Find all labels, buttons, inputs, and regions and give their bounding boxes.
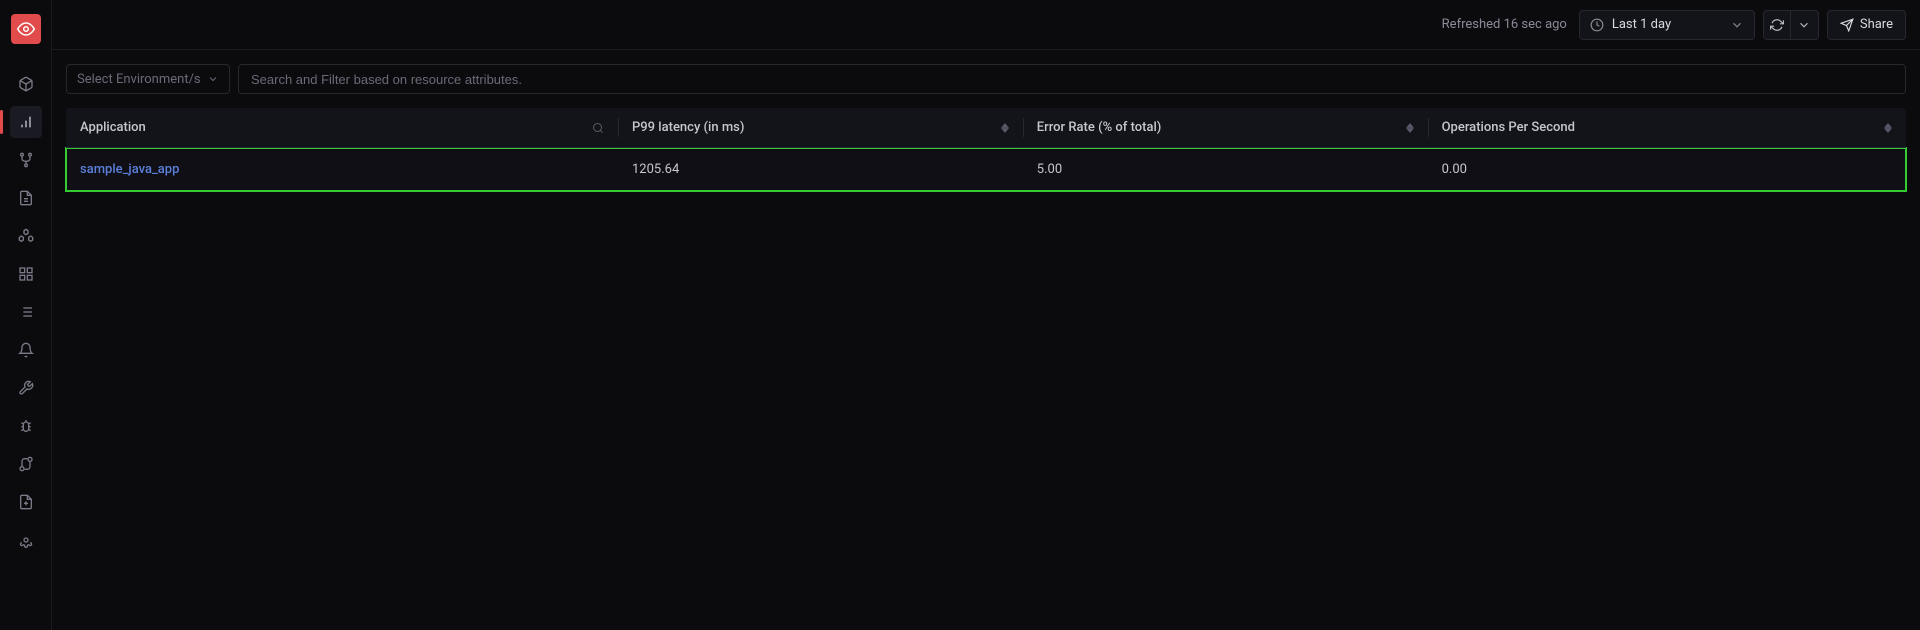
sort-icon[interactable] <box>1001 123 1009 133</box>
column-label: Application <box>80 120 146 135</box>
branch-icon <box>18 152 34 168</box>
share-button[interactable]: Share <box>1827 10 1906 40</box>
nav-item-errors[interactable] <box>10 410 42 442</box>
logs-icon <box>18 190 34 206</box>
refreshed-text: Refreshed 16 sec ago <box>1442 17 1567 32</box>
list-icon <box>18 304 34 320</box>
cube-icon <box>18 76 34 92</box>
sort-icon[interactable] <box>1884 123 1892 133</box>
sidebar <box>0 0 52 630</box>
p99-cell: 1205.64 <box>618 148 1023 191</box>
nav-item-dashboards[interactable] <box>10 258 42 290</box>
nav-item-settings[interactable] <box>10 524 42 556</box>
bell-icon <box>18 342 34 358</box>
environment-placeholder: Select Environment/s <box>77 72 201 87</box>
bar-chart-icon <box>18 114 34 130</box>
gear-icon <box>18 532 34 548</box>
column-label: Operations Per Second <box>1442 120 1575 135</box>
refresh-button[interactable] <box>1763 10 1791 40</box>
time-range-selector[interactable]: Last 1 day <box>1579 10 1755 40</box>
bug-icon <box>18 418 34 434</box>
eye-icon <box>17 20 35 38</box>
time-range-label: Last 1 day <box>1612 17 1722 32</box>
nav-item-billing[interactable] <box>10 486 42 518</box>
table-row[interactable]: sample_java_app 1205.64 5.00 0.00 <box>66 148 1906 191</box>
refresh-dropdown-button[interactable] <box>1791 10 1819 40</box>
ops-cell: 0.00 <box>1428 148 1906 191</box>
column-header-application[interactable]: Application <box>66 108 618 148</box>
grid-icon <box>18 266 34 282</box>
sort-icon[interactable] <box>1406 123 1414 133</box>
column-header-error-rate[interactable]: Error Rate (% of total) <box>1023 108 1428 148</box>
chevron-down-icon <box>207 73 219 85</box>
search-input[interactable] <box>238 64 1906 94</box>
chevron-down-icon <box>1730 18 1744 32</box>
logo[interactable] <box>11 14 41 44</box>
search-icon[interactable] <box>592 122 604 134</box>
nav-item-exceptions[interactable] <box>10 372 42 404</box>
column-header-p99[interactable]: P99 latency (in ms) <box>618 108 1023 148</box>
nav-item-alerts[interactable] <box>10 334 42 366</box>
hexagons-icon <box>18 228 34 244</box>
send-icon <box>1840 18 1854 32</box>
applications-table: Application P99 latency (in ms) <box>66 108 1906 191</box>
topbar: Refreshed 16 sec ago Last 1 day Share <box>52 0 1920 50</box>
column-header-ops[interactable]: Operations Per Second <box>1428 108 1906 148</box>
chevron-down-icon <box>1797 18 1811 32</box>
nav-item-infrastructure[interactable] <box>10 220 42 252</box>
refresh-icon <box>1770 18 1784 32</box>
filters-row: Select Environment/s <box>52 50 1920 108</box>
share-label: Share <box>1860 17 1893 32</box>
error-rate-cell: 5.00 <box>1023 148 1428 191</box>
main-content: Refreshed 16 sec ago Last 1 day Share Se… <box>52 0 1920 630</box>
application-link[interactable]: sample_java_app <box>80 162 179 177</box>
table-container: Application P99 latency (in ms) <box>52 108 1920 191</box>
nav-item-traces[interactable] <box>10 144 42 176</box>
file-icon <box>18 494 34 510</box>
nav-item-home[interactable] <box>10 68 42 100</box>
nav-item-services[interactable] <box>10 448 42 480</box>
environment-select[interactable]: Select Environment/s <box>66 64 230 94</box>
nav-item-logs[interactable] <box>10 182 42 214</box>
refresh-button-group <box>1763 10 1819 40</box>
column-label: Error Rate (% of total) <box>1037 120 1162 135</box>
wrench-icon <box>18 380 34 396</box>
clock-icon <box>1590 18 1604 32</box>
column-label: P99 latency (in ms) <box>632 120 744 135</box>
nav-item-messaging[interactable] <box>10 296 42 328</box>
route-icon <box>18 456 34 472</box>
nav-item-metrics[interactable] <box>10 106 42 138</box>
